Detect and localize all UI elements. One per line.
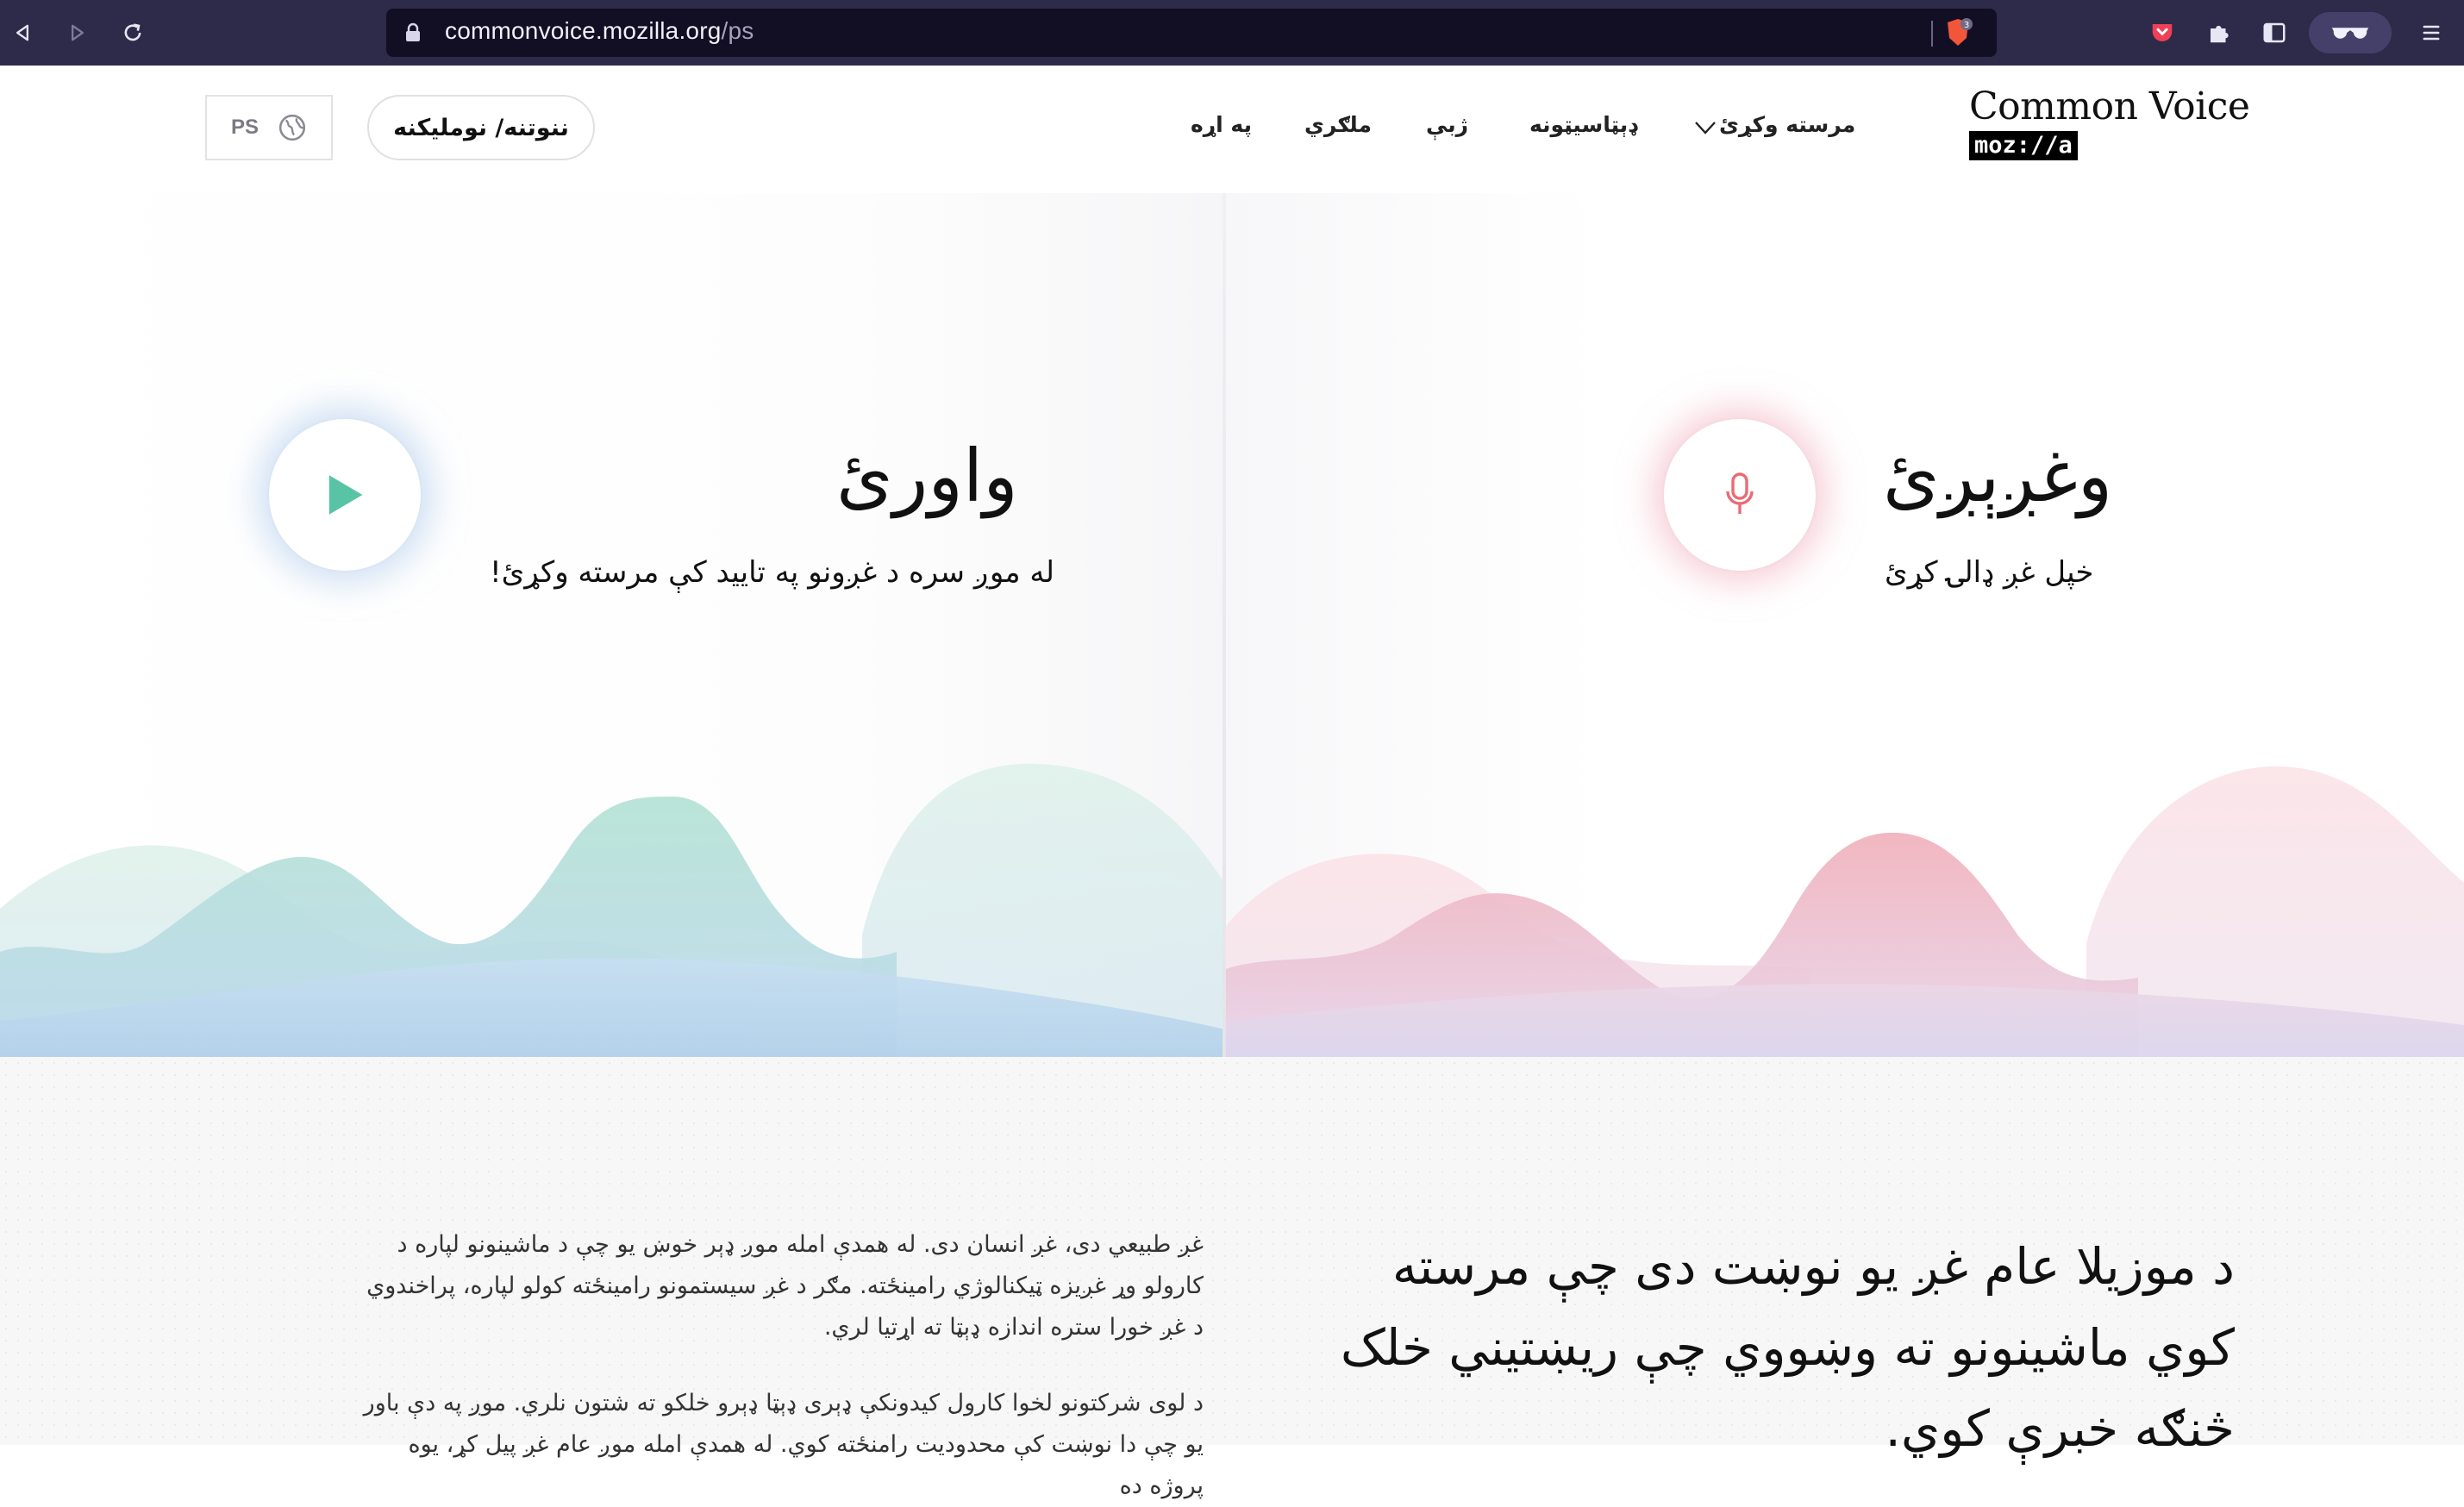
private-profile-icon[interactable] [2309, 12, 2392, 53]
play-icon [328, 475, 363, 515]
address-url: commonvoice.mozilla.org/ps [445, 17, 754, 45]
listen-subtitle: له موږ سره د غږونو په تایید کې مرسته وکړ… [490, 555, 1054, 590]
address-separator [1931, 21, 1933, 47]
reload-icon[interactable] [116, 16, 150, 50]
hero-section: واورئ له موږ سره د غږونو په تایید کې مرس… [0, 193, 2464, 1057]
menu-icon[interactable] [2414, 16, 2448, 50]
nav-partner[interactable]: ملګري [1304, 112, 1372, 137]
site-header: PS ننوتنه/ نوملیکنه په اړه ملګري ژبې ډېټ… [0, 66, 2464, 195]
url-path: /ps [721, 17, 754, 44]
listen-play-button[interactable] [269, 419, 421, 571]
nav-about[interactable]: په اړه [1191, 112, 1252, 137]
language-code: PS [230, 116, 259, 139]
microphone-icon [1726, 472, 1754, 514]
language-selector[interactable]: PS [205, 95, 333, 160]
common-voice-logo[interactable]: Common Voice moz://a [1969, 84, 2254, 171]
forward-icon[interactable] [60, 16, 95, 50]
address-bar[interactable]: commonvoice.mozilla.org/ps 3 [386, 9, 1997, 57]
pocket-icon[interactable] [2145, 16, 2179, 50]
nav-datasets[interactable]: ډېټاسيټونه [1529, 112, 1637, 137]
brave-shields-icon[interactable]: 3 [1943, 17, 1973, 48]
nav-languages[interactable]: ژبې [1426, 112, 1468, 137]
lock-icon [406, 22, 420, 41]
chevron-down-icon[interactable] [1693, 117, 1717, 138]
browser-toolbar: commonvoice.mozilla.org/ps 3 [0, 0, 2464, 66]
speak-title: وغږېږئ [1883, 434, 2113, 518]
sidebar-icon[interactable] [2257, 16, 2292, 50]
speak-mic-button[interactable] [1664, 419, 1816, 571]
mozilla-logo: moz://a [1969, 131, 2078, 160]
brand-name: Common Voice [1969, 84, 2250, 128]
globe-icon [278, 114, 306, 141]
about-heading: د موزیلا عام غږ یو نوښت دی چې مرسته کوي … [1340, 1237, 2235, 1458]
url-host: commonvoice.mozilla.org [445, 17, 722, 44]
login-signup-button[interactable]: ننوتنه/ نوملیکنه [367, 95, 595, 160]
about-paragraph-2: د لوی شرکتونو لخوا کارول کیدونکې ډېری ډې… [363, 1390, 1204, 1499]
back-icon[interactable] [5, 16, 40, 50]
extensions-icon[interactable] [2202, 16, 2236, 50]
shield-count: 3 [1964, 21, 1969, 30]
wave-decoration [0, 763, 2464, 1057]
panel-divider [1223, 193, 1226, 1057]
about-paragraph-1: غږ طبیعي دی، غږ انسان دی. له همدې امله م… [366, 1231, 1204, 1341]
nav-contribute[interactable]: مرسته وکړئ [1719, 112, 1855, 137]
speak-subtitle: خپل غږ ډالۍ کړئ [1885, 555, 2094, 590]
about-section: د موزیلا عام غږ یو نوښت دی چې مرسته کوي … [0, 1057, 2464, 1499]
listen-title: واورئ [836, 434, 1018, 518]
